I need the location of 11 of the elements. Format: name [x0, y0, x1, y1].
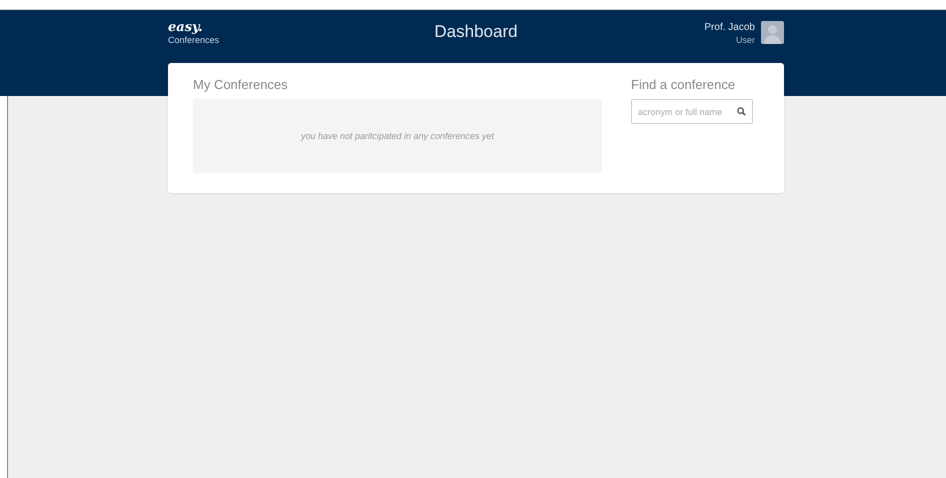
page-title: Dashboard — [434, 21, 518, 42]
user-role: User — [736, 34, 755, 46]
user-name[interactable]: Prof. Jacob — [704, 21, 755, 34]
logo-text: easy. — [168, 21, 204, 35]
section-title: Find a conference — [631, 77, 736, 92]
logo-subtitle: Conferences — [168, 35, 220, 45]
search-field[interactable]: acronym or full name — [631, 99, 753, 124]
search-icon[interactable] — [737, 107, 746, 116]
empty-message: you have not paritcipated in any conferences yet — [300, 131, 494, 141]
avatar-icon[interactable] — [760, 21, 784, 44]
section-title: My Conferences — [193, 77, 289, 92]
